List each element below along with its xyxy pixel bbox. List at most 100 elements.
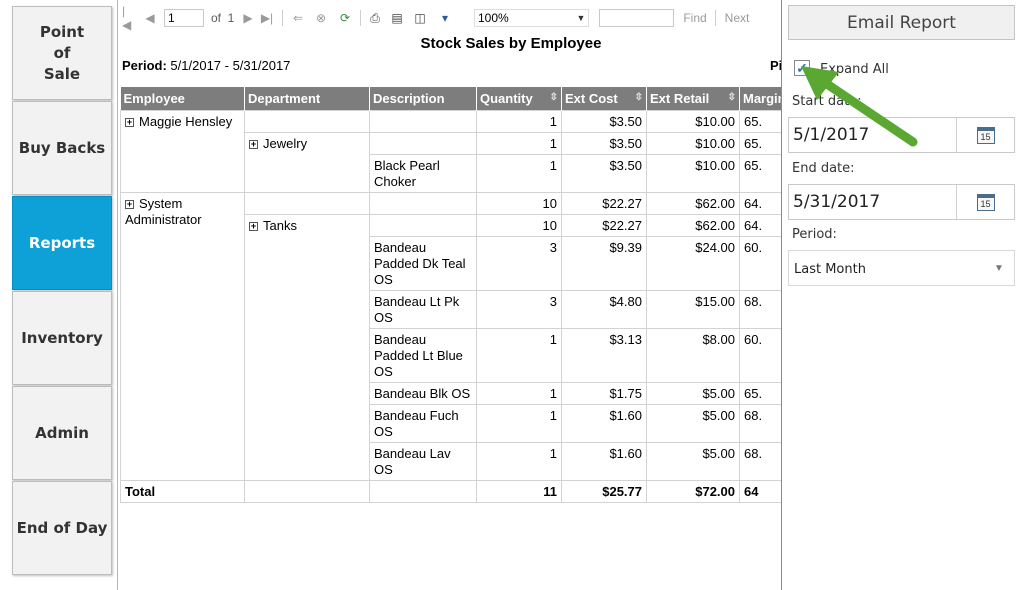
qty-cell: 1 [476, 441, 562, 481]
cost-cell: $1.60 [561, 403, 647, 443]
description-cell: Bandeau Blk OS [369, 381, 477, 405]
expand-icon[interactable]: + [125, 199, 134, 209]
col-department[interactable]: Department [244, 87, 370, 110]
cost-cell: $4.80 [561, 289, 647, 329]
end-date-field[interactable]: 5/31/2017 15 [788, 184, 1015, 220]
email-report-button[interactable]: Email Report [788, 5, 1015, 40]
start-date-value[interactable]: 5/1/2017 [793, 125, 869, 145]
empty-cell [369, 131, 477, 155]
print-layout-icon[interactable]: ▤ [390, 10, 404, 26]
cost-cell: $22.27 [561, 213, 647, 237]
empty-cell [369, 479, 477, 503]
page-number-input[interactable]: 1 [164, 9, 204, 27]
side-nav: Point of Sale Buy Backs Reports Inventor… [0, 0, 118, 590]
cost-cell: $3.50 [561, 131, 647, 155]
next-link[interactable]: Next [724, 10, 750, 26]
col-quantity-label: Quantity [480, 90, 533, 106]
nav-admin[interactable]: Admin [12, 386, 112, 480]
prev-page-icon[interactable]: ◀ [144, 10, 156, 26]
expand-icon[interactable]: + [249, 139, 258, 149]
period-dropdown[interactable]: Last Month ▼ [788, 250, 1015, 286]
nav-reports[interactable]: Reports [12, 196, 112, 290]
department-name: Jewelry [263, 135, 308, 151]
col-margin[interactable]: Margin [739, 87, 781, 110]
retail-cell: $15.00 [646, 289, 740, 329]
chevron-down-icon[interactable]: ▼ [984, 251, 1014, 285]
col-ext-cost[interactable]: Ext Cost ⇳ [561, 87, 647, 110]
expand-icon[interactable]: + [249, 221, 258, 231]
cost-cell: $1.60 [561, 441, 647, 481]
cost-cell: $3.50 [561, 109, 647, 133]
toolbar-divider [715, 10, 716, 26]
report-table: Employee Department Description Quantity… [120, 87, 781, 503]
find-link[interactable]: Find [682, 10, 708, 26]
cost-cell: $3.13 [561, 327, 647, 383]
department-cell: + Jewelry [244, 131, 370, 193]
col-quantity[interactable]: Quantity ⇳ [476, 87, 562, 110]
margin-cell: 64. [739, 213, 781, 237]
retail-cell: $8.00 [646, 327, 740, 383]
next-page-icon[interactable]: ▶ [242, 10, 254, 26]
retail-cell: $5.00 [646, 381, 740, 405]
department-cell: + Tanks [244, 213, 370, 481]
sort-icon[interactable]: ⇳ [550, 92, 558, 103]
col-employee[interactable]: Employee [120, 87, 245, 110]
table-row: + Maggie Hensley 1 $3.50 $10.00 65. [120, 109, 781, 193]
start-date-calendar-button[interactable]: 15 [956, 118, 1014, 152]
retail-cell: $5.00 [646, 403, 740, 443]
expand-all-label[interactable]: Expand All [820, 62, 889, 77]
cost-cell: $9.39 [561, 235, 647, 291]
page-of-label: of [210, 11, 221, 25]
nav-end-of-day[interactable]: End of Day [12, 481, 112, 575]
employee-name: System Administrator [125, 195, 202, 227]
zoom-dropdown-icon[interactable]: ▼ [576, 10, 586, 26]
retail-cell: $10.00 [646, 109, 740, 133]
qty-cell: 3 [476, 289, 562, 329]
expand-icon[interactable]: + [125, 117, 134, 127]
sort-icon[interactable]: ⇳ [635, 92, 643, 103]
retail-cell: $24.00 [646, 235, 740, 291]
export-icon[interactable]: ▾ [434, 10, 456, 26]
department-name: Tanks [263, 217, 297, 233]
qty-cell: 1 [476, 131, 562, 155]
start-date-field[interactable]: 5/1/2017 15 [788, 117, 1015, 153]
refresh-icon[interactable]: ⟳ [338, 10, 352, 26]
margin-cell: 64. [739, 191, 781, 215]
col-ext-retail-label: Ext Retail [650, 90, 710, 106]
expand-all-checkbox[interactable]: ✓ [794, 60, 810, 76]
period-caption: Period: [122, 58, 167, 73]
zoom-select[interactable]: 100% [474, 9, 589, 27]
col-ext-retail[interactable]: Ext Retail ⇳ [646, 87, 740, 110]
sort-icon[interactable]: ⇳ [728, 92, 736, 103]
margin-cell: 68. [739, 289, 781, 329]
description-cell: Black Pearl Choker [369, 153, 477, 193]
col-ext-cost-label: Ext Cost [565, 90, 618, 106]
print-icon[interactable]: ⎙ [367, 10, 383, 26]
total-retail: $72.00 [646, 479, 740, 503]
margin-cell: 65. [739, 153, 781, 193]
cost-cell: $22.27 [561, 191, 647, 215]
checkmark-icon: ✓ [796, 60, 808, 76]
retail-cell: $62.00 [646, 191, 740, 215]
stop-icon[interactable]: ⊗ [314, 10, 328, 26]
col-description[interactable]: Description [369, 87, 477, 110]
back-icon[interactable]: ⇐ [292, 10, 304, 26]
last-page-icon[interactable]: ▶| [260, 10, 274, 26]
first-page-icon[interactable]: |◀ [122, 4, 134, 32]
calendar-icon: 15 [976, 126, 995, 144]
end-date-calendar-button[interactable]: 15 [956, 185, 1014, 219]
total-label: Total [120, 479, 245, 503]
find-input[interactable] [599, 9, 674, 27]
page-setup-icon[interactable]: ◫ [412, 10, 428, 26]
qty-cell: 10 [476, 191, 562, 215]
description-cell: Bandeau Fuch OS [369, 403, 477, 443]
end-date-value[interactable]: 5/31/2017 [793, 192, 880, 212]
page-total-label: 1 [227, 11, 235, 25]
nav-buy-backs[interactable]: Buy Backs [12, 101, 112, 195]
report-viewer: |◀ ◀ 1 of 1 ▶ ▶| ⇐ ⊗ ⟳ ⎙ ▤ ◫ ▾ 100% ▼ Fi… [118, 0, 782, 590]
qty-cell: 10 [476, 213, 562, 237]
margin-cell: 65. [739, 381, 781, 405]
nav-point-of-sale[interactable]: Point of Sale [12, 6, 112, 100]
nav-inventory[interactable]: Inventory [12, 291, 112, 385]
total-row: Total 11 $25.77 $72.00 64 [120, 479, 781, 503]
